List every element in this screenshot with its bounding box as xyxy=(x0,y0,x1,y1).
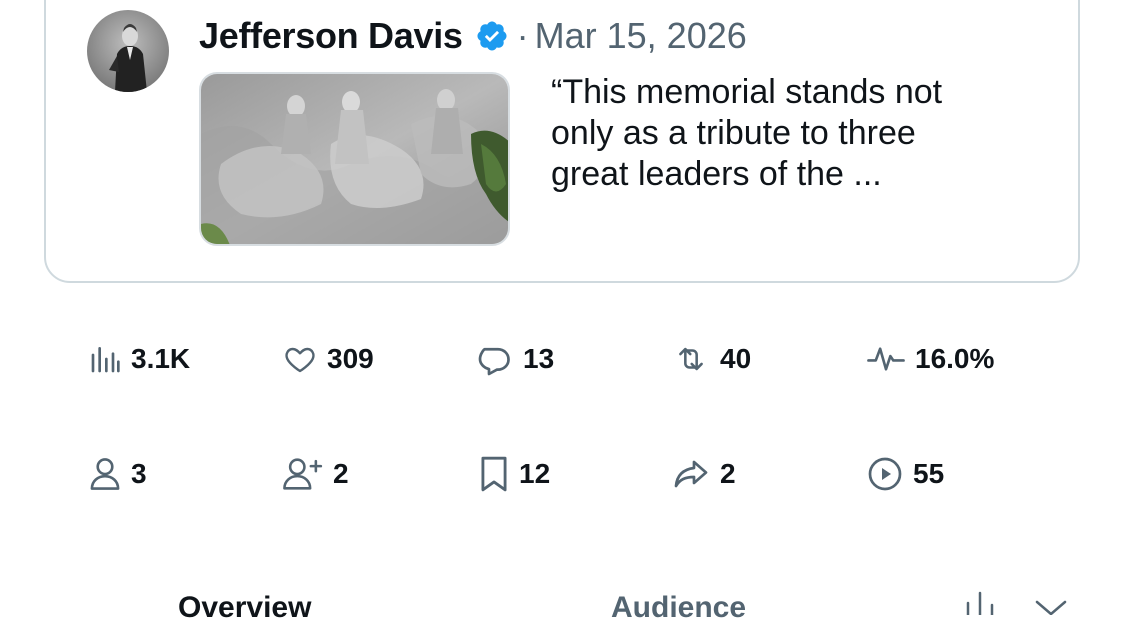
video-views-metric[interactable]: 55 xyxy=(867,452,944,496)
author-avatar[interactable] xyxy=(87,10,169,92)
repost-icon xyxy=(679,347,703,371)
post-date[interactable]: Mar 15, 2026 xyxy=(535,15,747,57)
impressions-metric[interactable]: 3.1K xyxy=(89,337,190,381)
activity-pulse-icon xyxy=(867,347,905,371)
bar-chart-icon xyxy=(91,347,120,373)
shares-metric[interactable]: 2 xyxy=(672,452,736,496)
bookmarks-value: 12 xyxy=(519,458,551,489)
profile-visits-value: 3 xyxy=(131,458,147,489)
chevron-down-icon[interactable] xyxy=(1034,599,1068,615)
video-views-value: 55 xyxy=(913,458,945,489)
replies-metric[interactable]: 13 xyxy=(477,337,554,381)
tab-audience[interactable]: Audience xyxy=(611,591,746,625)
play-circle-icon xyxy=(868,457,902,491)
post-media-thumbnail[interactable] xyxy=(199,72,510,246)
analytics-tabs: Overview Audience xyxy=(0,585,1125,624)
engagement-rate-value: 16.0% xyxy=(915,343,995,374)
separator-dot: · xyxy=(516,15,529,56)
engagement-rate-metric[interactable]: 16.0% xyxy=(867,337,994,381)
new-followers-metric[interactable]: 2 xyxy=(283,452,349,496)
verified-badge-icon xyxy=(475,19,509,53)
replies-value: 13 xyxy=(523,343,555,374)
person-add-icon xyxy=(283,458,323,490)
person-icon xyxy=(90,458,120,490)
profile-visits-metric[interactable]: 3 xyxy=(89,452,147,496)
author-name[interactable]: Jefferson Davis xyxy=(199,15,463,57)
shares-value: 2 xyxy=(720,458,736,489)
share-arrow-icon xyxy=(674,460,708,488)
impressions-value: 3.1K xyxy=(131,343,191,374)
bar-chart-icon[interactable] xyxy=(962,587,1002,615)
post-excerpt: “This memorial stands not only as a trib… xyxy=(551,73,943,193)
tab-overview[interactable]: Overview xyxy=(178,591,311,625)
likes-metric[interactable]: 309 xyxy=(283,337,374,381)
bookmark-icon xyxy=(481,456,507,492)
heart-icon xyxy=(285,347,315,373)
new-followers-value: 2 xyxy=(333,458,349,489)
likes-value: 309 xyxy=(327,343,374,374)
bookmarks-metric[interactable]: 12 xyxy=(479,452,550,496)
post-header: Jefferson Davis · Mar 15, 2026 xyxy=(199,12,747,60)
reply-bubble-icon xyxy=(478,347,510,376)
reposts-value: 40 xyxy=(720,343,752,374)
reposts-metric[interactable]: 40 xyxy=(672,337,751,381)
